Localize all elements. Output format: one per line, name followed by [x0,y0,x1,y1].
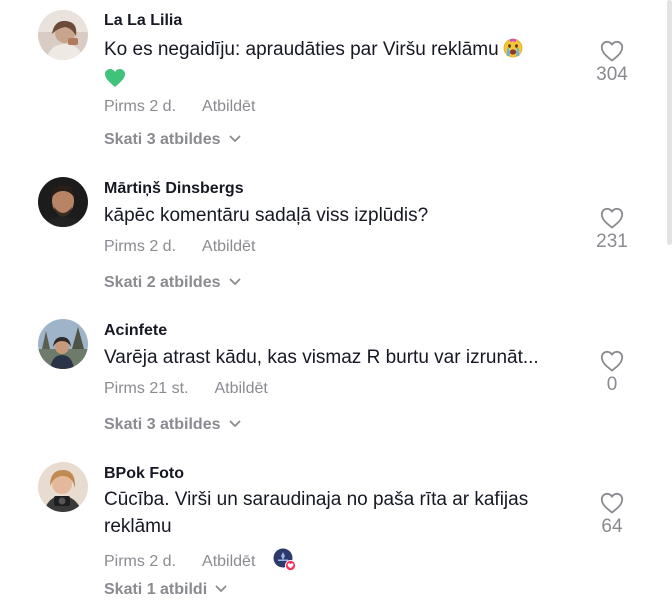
comment-username[interactable]: Mārtiņš Dinsbergs [104,180,244,198]
view-replies-label: Skati 2 atbildes [104,274,221,291]
comment-meta: Pirms 21 st. Atbildēt [104,380,268,398]
reply-button[interactable]: Atbildēt [202,98,255,115]
comment-text-content: Ko es negaidīju: apraudāties par Viršu r… [104,39,499,60]
avatar[interactable] [38,319,88,369]
comment-meta: Pirms 2 d. Atbildēt [104,548,297,572]
reply-button[interactable]: Atbildēt [214,380,267,397]
comment-time: Pirms 21 st. [104,380,189,397]
chevron-down-icon [215,580,227,598]
comment-text: Varēja atrast kādu, kas vismaz R burtu v… [104,344,574,371]
comment-time: Pirms 2 d. [104,553,177,570]
avatar[interactable] [38,10,88,60]
comment-text: kāpēc komentāru sadaļā viss izplūdis? [104,202,574,229]
comment-text-content: Cūcība. Virši un saraudinaja no paša rīt… [104,489,529,537]
reply-button[interactable]: Atbildēt [202,553,255,570]
avatar[interactable] [38,177,88,227]
view-replies-button[interactable]: Skati 3 atbildes [104,130,241,149]
green-heart-emoji [104,68,126,96]
comment-text: Cūcība. Virši un saraudinaja no paša rīt… [104,486,574,540]
like-count: 304 [596,64,628,85]
like-count: 64 [601,516,623,537]
heart-icon [600,207,624,229]
comments-panel: La La Lilia Ko es negaidīju: apraudāties… [0,0,672,612]
like-button[interactable]: 64 [586,492,638,538]
like-button[interactable]: 304 [586,40,638,86]
creator-liked-badge [273,548,297,572]
view-replies-label: Skati 3 atbildes [104,131,221,148]
avatar[interactable] [38,462,88,512]
like-count: 0 [606,374,618,395]
heart-icon [600,40,624,62]
comment-meta: Pirms 2 d. Atbildēt [104,238,255,256]
view-replies-button[interactable]: Skati 1 atbildi [104,580,227,599]
view-replies-label: Skati 1 atbildi [104,581,208,598]
like-button[interactable]: 0 [586,350,638,396]
heart-icon [600,350,624,372]
comment-meta: Pirms 2 d. Atbildēt [104,98,255,116]
comment-username[interactable]: La La Lilia [104,12,182,30]
comment-text-content: kāpēc komentāru sadaļā viss izplūdis? [104,205,429,226]
comment-time: Pirms 2 d. [104,98,177,115]
reply-button[interactable]: Atbildēt [202,238,255,255]
chevron-down-icon [229,273,241,291]
scrollbar[interactable] [667,0,672,245]
like-count: 231 [596,231,628,252]
chevron-down-icon [229,130,241,148]
crying-face-emoji [503,38,523,66]
like-button[interactable]: 231 [586,207,638,253]
comment-username[interactable]: BPok Foto [104,465,184,483]
heart-icon [600,492,624,514]
comment-text: Ko es negaidīju: apraudāties par Viršu r… [104,36,574,96]
comment-time: Pirms 2 d. [104,238,177,255]
comment-username[interactable]: Acinfete [104,322,167,340]
view-replies-button[interactable]: Skati 2 atbildes [104,273,241,292]
comment-text-content: Varēja atrast kādu, kas vismaz R burtu v… [104,347,539,368]
chevron-down-icon [229,415,241,433]
view-replies-button[interactable]: Skati 3 atbildes [104,415,241,434]
view-replies-label: Skati 3 atbildes [104,416,221,433]
